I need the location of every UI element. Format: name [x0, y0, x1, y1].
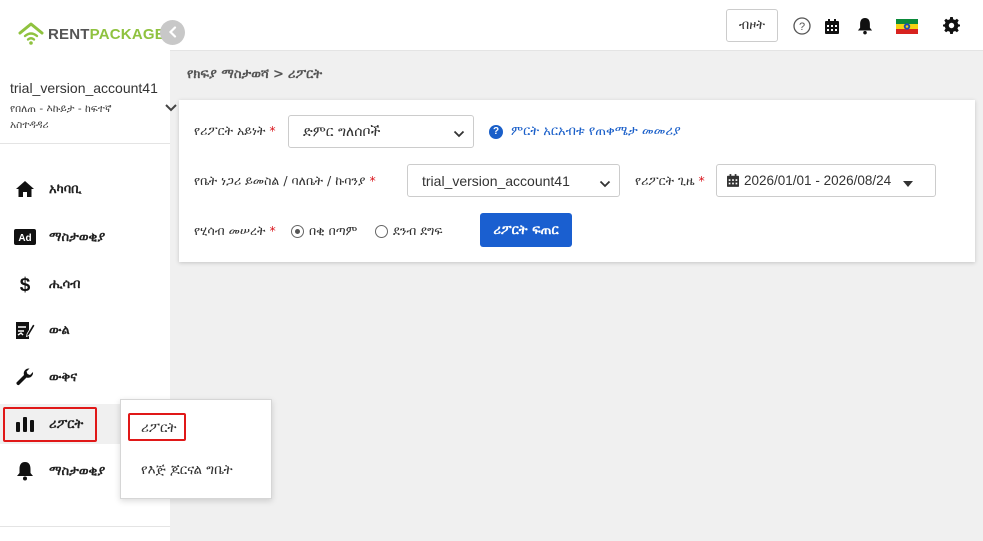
required-marker: *: [369, 173, 376, 188]
account-name: trial_version_account41: [10, 80, 158, 96]
brand-name-part2: PACKAGE: [89, 25, 165, 43]
wrench-icon: [14, 366, 36, 388]
sidebar-item-ads[interactable]: Ad ማስታወቂያ: [0, 217, 170, 257]
property-label-text: የቤት ነጋሪ ይመስል / ባለቤት / ኩባንያ: [194, 173, 366, 188]
divider: [0, 526, 170, 527]
property-label: የቤት ነጋሪ ይመስል / ባለቤት / ኩባንያ *: [194, 173, 376, 189]
basis-option-label: በቂ በጣም: [309, 223, 358, 238]
chevron-left-icon: [167, 23, 179, 42]
report-type-label-text: የሪፖርት አይነት: [194, 123, 266, 138]
sidebar-item-contracts[interactable]: ውል: [0, 310, 170, 350]
caret-down-icon: [903, 176, 913, 191]
help-icon[interactable]: ?: [793, 17, 811, 35]
breadcrumb-current: ሪፖርት: [287, 67, 323, 82]
required-marker: *: [269, 223, 276, 238]
wifi-house-icon: [18, 21, 44, 47]
property-select[interactable]: trial_version_account41: [407, 164, 620, 197]
date-range-value: 2026/01/01 - 2026/08/24: [744, 173, 892, 188]
divider: [0, 143, 170, 144]
bar-chart-icon: [14, 413, 36, 435]
svg-text:$: $: [20, 275, 31, 294]
brand-name-part1: RENT: [48, 25, 90, 43]
sidebar-item-label: ማስታወቂያ: [49, 463, 106, 479]
chevron-down-icon[interactable]: [164, 100, 178, 114]
calendar-icon: [727, 174, 739, 190]
basis-label-text: የሂሳብ መሠረት: [194, 223, 266, 238]
ad-icon: Ad: [14, 226, 36, 248]
basis-option-label: ደንብ ደግፍ: [393, 223, 443, 238]
svg-text:Ad: Ad: [18, 233, 31, 244]
basis-label: የሂሳብ መሠረት *: [194, 223, 276, 239]
sidebar-item-label: ውቅና: [49, 369, 78, 385]
basis-option-2[interactable]: ደንብ ደግፍ: [375, 223, 443, 239]
required-marker: *: [698, 173, 705, 188]
breadcrumb-separator: >: [273, 67, 284, 82]
period-label-text: የሪፖርት ጊዜ: [635, 173, 695, 188]
report-type-label: የሪፖርት አይነት *: [194, 123, 276, 139]
submenu-item-label: ሪፖርት: [141, 420, 177, 436]
flag-icon[interactable]: [896, 17, 918, 35]
reports-submenu: ሪፖርት የእጅ ጆርናል ግቤት: [120, 399, 272, 499]
gear-icon[interactable]: [942, 16, 960, 34]
radio-empty-icon: [375, 224, 388, 238]
dollar-icon: $: [14, 273, 36, 295]
breadcrumb: የክፍያ ማስታወሻ > ሪፖርት: [187, 67, 322, 82]
topbar-button[interactable]: ብዞት: [726, 9, 778, 42]
help-guide-link[interactable]: ? ምርት አርአብቱ የጠቀሜታ መመሪያ: [489, 124, 681, 139]
calendar-icon[interactable]: [823, 17, 841, 35]
help-link-text: ምርት አርአብቱ የጠቀሜታ መመሪያ: [511, 124, 681, 139]
home-icon: [14, 178, 36, 200]
submenu-item-manual-journal[interactable]: የእጅ ጆርናል ግቤት: [121, 455, 271, 485]
collapse-sidebar-button[interactable]: [160, 20, 185, 45]
generate-report-button[interactable]: ሪፖርት ፍጠር: [480, 213, 572, 247]
period-label: የሪፖርት ጊዜ *: [635, 173, 705, 189]
basis-option-1[interactable]: በቂ በጣም: [291, 223, 357, 239]
contract-icon: [14, 319, 36, 341]
submenu-item-report[interactable]: ሪፖርት: [121, 413, 271, 443]
date-range-picker[interactable]: 2026/01/01 - 2026/08/24: [716, 164, 936, 197]
sidebar-item-label: ሒሳብ: [49, 276, 81, 292]
sidebar-item-settings[interactable]: ውቅና: [0, 357, 170, 397]
radio-selected-icon: [291, 224, 304, 238]
svg-text:?: ?: [799, 21, 805, 33]
sidebar-item-home[interactable]: አካባቢ: [0, 169, 170, 209]
sidebar-item-accounting[interactable]: $ ሒሳብ: [0, 264, 170, 304]
account-role: የበለጠ - እኩይታ - ከፍተኛ አስተዳዳሪ: [10, 103, 112, 131]
property-value: trial_version_account41: [422, 172, 570, 189]
sidebar-item-label: ውል: [49, 322, 70, 338]
chevron-down-icon: [599, 176, 611, 188]
sidebar-item-label: ማስታወቂያ: [49, 229, 106, 245]
report-type-value: ድምር ግለሰቦች: [303, 123, 381, 140]
logo[interactable]: RENTPACKAGE: [18, 20, 165, 48]
chevron-down-icon: [453, 127, 465, 138]
sidebar-item-label: ሪፖርት: [49, 416, 84, 432]
required-marker: *: [269, 123, 276, 138]
brand-name: RENTPACKAGE: [48, 26, 165, 43]
question-circle-icon: ?: [489, 124, 503, 139]
account-switcher[interactable]: trial_version_account41 የበለጠ - እኩይታ - ከፍ…: [10, 80, 180, 133]
bell-icon: [14, 460, 36, 482]
submenu-item-label: የእጅ ጆርናል ግቤት: [141, 462, 233, 478]
sidebar-item-label: አካባቢ: [49, 181, 82, 197]
bell-icon[interactable]: [856, 17, 874, 35]
breadcrumb-parent[interactable]: የክፍያ ማስታወሻ: [187, 67, 269, 82]
report-type-select[interactable]: ድምር ግለሰቦች: [288, 115, 474, 148]
